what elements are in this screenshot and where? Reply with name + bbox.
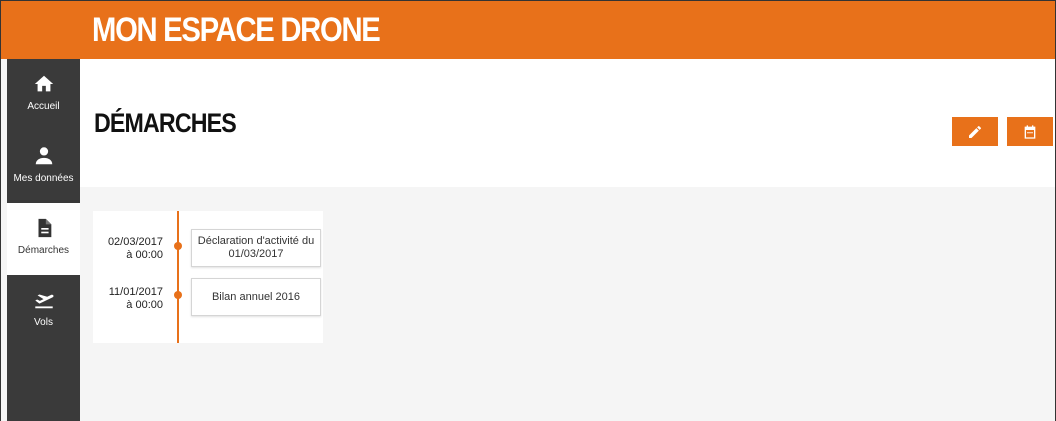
app-title: MON ESPACE DRONE bbox=[92, 11, 381, 49]
timeline-entry-title: Bilan annuel 2016 bbox=[211, 290, 301, 303]
calendar-icon bbox=[1024, 124, 1036, 139]
sidebar-item-label: Démarches bbox=[17, 245, 70, 256]
timeline-dot bbox=[174, 242, 182, 250]
sidebar-item-label: Accueil bbox=[27, 101, 60, 112]
timeline-entry-title: Déclaration d'activité du 01/03/2017 bbox=[197, 235, 315, 260]
timeline-entry[interactable]: Bilan annuel 2016 bbox=[191, 278, 321, 316]
sidebar-item-demarches[interactable]: Démarches bbox=[7, 203, 80, 275]
pencil-icon bbox=[969, 125, 981, 138]
calendar-button[interactable] bbox=[1007, 117, 1053, 146]
timeline-date-time: à 00:00 bbox=[126, 299, 163, 311]
sidebar-item-accueil[interactable]: Accueil bbox=[7, 59, 80, 131]
timeline-date-time: à 00:00 bbox=[126, 249, 163, 261]
timeline-entry[interactable]: Déclaration d'activité du 01/03/2017 bbox=[191, 229, 321, 267]
page-header: DÉMARCHES bbox=[80, 59, 1055, 187]
sidebar-item-mes-donnees[interactable]: Mes données bbox=[7, 131, 80, 203]
sidebar: Accueil Mes données Démarches Vols bbox=[7, 59, 80, 421]
sidebar-item-vols[interactable]: Vols bbox=[7, 275, 80, 347]
user-icon bbox=[35, 147, 52, 165]
timeline-line bbox=[177, 211, 179, 343]
page-title: DÉMARCHES bbox=[94, 108, 237, 138]
home-icon bbox=[34, 75, 53, 92]
document-icon bbox=[38, 218, 51, 238]
app-window: MON ESPACE DRONE Accueil Mes données Dém… bbox=[0, 0, 1056, 421]
sidebar-item-label: Vols bbox=[34, 317, 53, 328]
timeline-date: 02/03/2017 à 00:00 bbox=[93, 236, 163, 262]
timeline-date-day: 11/01/2017 bbox=[108, 286, 163, 298]
timeline-date: 11/01/2017 à 00:00 bbox=[93, 286, 163, 312]
edit-button[interactable] bbox=[952, 117, 998, 146]
top-bar: MON ESPACE DRONE bbox=[1, 1, 1055, 59]
airplane-takeoff-icon bbox=[34, 294, 54, 309]
sidebar-item-label: Mes données bbox=[13, 173, 74, 184]
timeline: 02/03/2017 à 00:00 Déclaration d'activit… bbox=[93, 211, 323, 343]
timeline-date-day: 02/03/2017 bbox=[107, 236, 163, 248]
timeline-dot bbox=[174, 291, 182, 299]
